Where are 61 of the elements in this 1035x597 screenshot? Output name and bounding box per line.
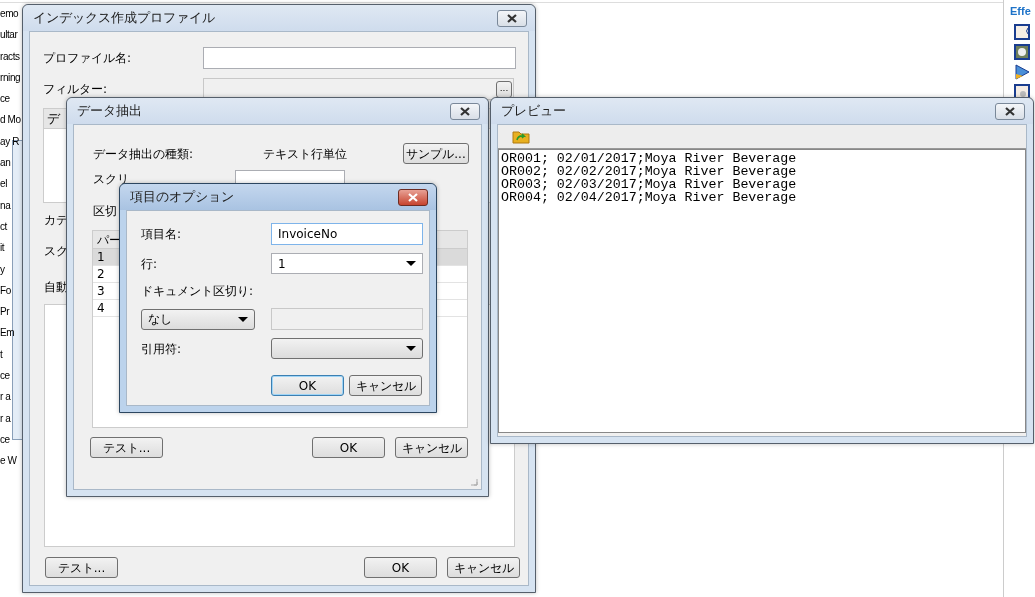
- dialog-button[interactable]: OK: [364, 557, 437, 578]
- dialog-button[interactable]: テスト...: [45, 557, 118, 578]
- list-item: it: [0, 241, 6, 256]
- preview-line: OR001; 02/01/2017;Moya River Beverage: [501, 152, 798, 165]
- field-label: 項目名:: [141, 226, 183, 243]
- preview-line: OR004; 02/04/2017;Moya River Beverage: [501, 191, 798, 204]
- field-label: スク: [44, 243, 68, 260]
- window-title: 項目のオプション: [130, 188, 234, 207]
- list-item: r a: [0, 411, 12, 426]
- field-label: 行:: [141, 255, 159, 273]
- field-label: フィルター:: [43, 81, 109, 98]
- dialog-button[interactable]: キャンセル: [447, 557, 520, 578]
- list-item: na: [0, 198, 12, 213]
- list-item: ultar: [0, 28, 19, 43]
- column-header: デ: [47, 110, 60, 127]
- list-item: racts: [0, 49, 21, 64]
- table-cell-text: 3: [97, 283, 105, 300]
- list-item: Fo: [0, 283, 12, 298]
- preview-line: OR002; 02/02/2017;Moya River Beverage: [501, 165, 798, 178]
- table-cell-text: 1: [97, 249, 105, 266]
- field-label: ドキュメント区切り:: [141, 283, 255, 300]
- input-field[interactable]: InvoiceNo: [271, 223, 423, 245]
- list-item: ce: [0, 369, 11, 384]
- field-label: 引用符:: [141, 340, 183, 358]
- field-value: テキスト行単位: [263, 145, 347, 163]
- list-item: ay R: [0, 134, 20, 149]
- list-item: rning: [0, 70, 22, 85]
- dialog-button[interactable]: OK: [271, 375, 344, 396]
- input-field[interactable]: ...: [203, 78, 514, 100]
- list-item: y: [0, 262, 6, 277]
- list-item: emo: [0, 7, 20, 21]
- dialog-button[interactable]: キャンセル: [395, 437, 468, 458]
- dialog-button[interactable]: サンプル...: [403, 143, 469, 164]
- dialog-button[interactable]: テスト...: [90, 437, 163, 458]
- list-item: e W: [0, 454, 18, 469]
- field-label: 区切: [93, 204, 117, 218]
- list-item: el: [0, 177, 8, 192]
- table-cell-text: 4: [97, 300, 105, 317]
- list-item: d Mo: [0, 113, 22, 128]
- table-cell-text: 2: [97, 266, 105, 283]
- field-label: カテ: [44, 212, 68, 229]
- list-item: Pr: [0, 305, 11, 320]
- field-label: データ抽出の種類:: [93, 145, 195, 163]
- list-item: Em: [0, 326, 16, 341]
- browse-button[interactable]: ...: [496, 80, 512, 98]
- dialog-button[interactable]: OK: [312, 437, 385, 458]
- field-label: プロファイル名:: [43, 50, 133, 67]
- dropdown[interactable]: 1: [271, 253, 423, 274]
- window-title: プレビュー: [501, 102, 566, 121]
- list-item: r a: [0, 390, 12, 405]
- list-item: ct: [0, 219, 8, 234]
- window-title: データ抽出: [77, 102, 142, 121]
- dialog-button[interactable]: キャンセル: [349, 375, 422, 396]
- preview-line: OR003; 02/03/2017;Moya River Beverage: [501, 178, 798, 191]
- window-title: インデックス作成プロファイル: [33, 9, 215, 28]
- panel-title: Effe: [1010, 4, 1031, 19]
- list-item: ce: [0, 92, 11, 107]
- list-item: ce: [0, 432, 11, 447]
- list-item: t: [0, 347, 4, 362]
- list-item: an: [0, 156, 12, 171]
- field-label: スクリ: [93, 171, 130, 188]
